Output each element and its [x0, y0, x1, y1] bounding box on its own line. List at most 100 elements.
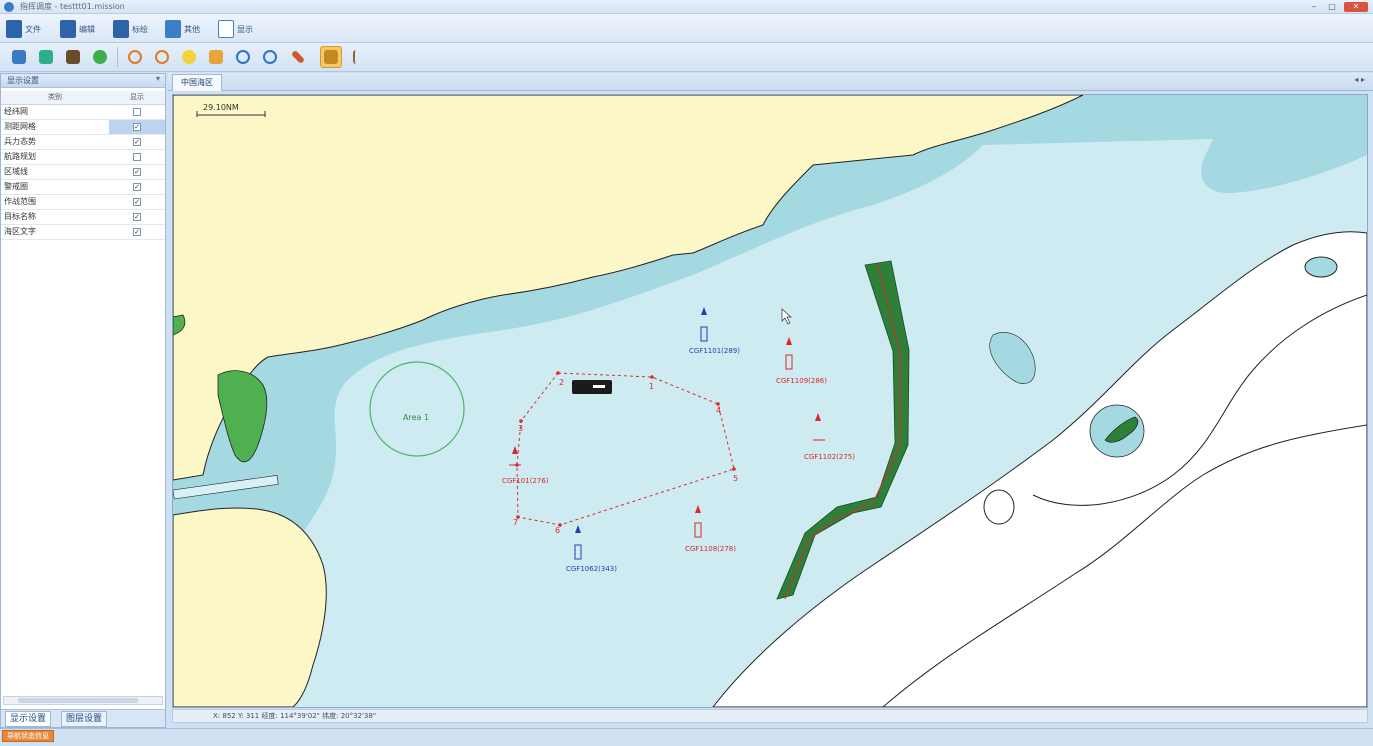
route-point-label: 3 [518, 424, 523, 433]
tab-scroll-controls[interactable]: ◂ ▸ [1354, 75, 1365, 84]
chart-canvas[interactable]: 29.10NM Area 1 1 2 3 4 5 6 7 CGF1101(289… [173, 95, 1367, 707]
panel-tabs: 显示设置 图层设置 [1, 709, 165, 727]
app-logo-icon [4, 2, 14, 12]
zoom-in-icon [128, 50, 142, 64]
route-point-label: 5 [733, 474, 738, 483]
display-icon [218, 20, 234, 38]
display-settings-panel: 显示设置 ▾ 类别 显示 经纬网 测距网格 ✓ 兵力态势 ✓ 航路规划 区域线 ✓ 警… [0, 73, 166, 728]
route-point-label: 2 [559, 378, 564, 387]
peninsula-coast [173, 507, 327, 707]
layer-visible-checkbox[interactable]: ✓ [133, 138, 141, 146]
layer-visible-checkbox[interactable]: ✓ [133, 228, 141, 236]
menu-other[interactable]: 其他 [165, 19, 200, 39]
layer-row[interactable]: 兵力态势 ✓ [1, 135, 165, 150]
pan-hand-icon [209, 50, 223, 64]
layer-row[interactable]: 航路规划 [1, 150, 165, 165]
target-label: CGF1102(275) [804, 453, 855, 461]
route-point-label: 4 [716, 406, 721, 415]
tab-layer-settings[interactable]: 图层设置 [61, 711, 108, 727]
window-title: 指挥调度 - testtt01.mission [20, 2, 125, 11]
vessel-marker[interactable] [572, 380, 612, 394]
light-bulb-icon [182, 50, 196, 64]
menu-file[interactable]: 文件 [6, 19, 41, 39]
layer-row[interactable]: 目标名称 ✓ [1, 210, 165, 225]
save-button[interactable] [62, 46, 84, 68]
target-label: CGF1101(289) [689, 347, 740, 355]
pan-button[interactable] [205, 46, 227, 68]
menu-display[interactable]: 显示 [218, 19, 253, 39]
layer-row[interactable]: 测距网格 ✓ [1, 120, 165, 135]
title-bar: 指挥调度 - testtt01.mission ‒ □ ✕ [0, 0, 1373, 14]
layer-row[interactable]: 海区文字 ✓ [1, 225, 165, 240]
layer-visible-checkbox[interactable]: ✓ [133, 123, 141, 131]
open-file-button[interactable] [35, 46, 57, 68]
column-header-category[interactable]: 类别 [1, 91, 109, 104]
new-file-icon [12, 50, 26, 64]
refresh-icon [236, 50, 250, 64]
layer-row[interactable]: 经纬网 [1, 105, 165, 120]
coordinate-readout: X: 852 Y: 311 经度: 114°39'02" 纬度: 20°32'3… [213, 712, 377, 720]
layer-row[interactable]: 区域线 ✓ [1, 165, 165, 180]
toolbar [0, 43, 1373, 72]
route-point-label: 7 [513, 518, 518, 527]
document-tab-strip: 中国海区 ◂ ▸ [168, 73, 1373, 91]
scale-label: 29.10NM [203, 103, 239, 112]
menu-edit[interactable]: 编辑 [60, 19, 95, 39]
horizontal-scrollbar[interactable] [3, 696, 163, 705]
menu-other-label: 其他 [184, 24, 200, 34]
close-button[interactable]: ✕ [1344, 2, 1368, 12]
globe-button[interactable] [89, 46, 111, 68]
column-header-visible[interactable]: 显示 [109, 91, 165, 104]
panel-pin-button[interactable]: ▾ [156, 74, 160, 83]
flag-icon [353, 50, 367, 64]
measure-button[interactable] [287, 46, 309, 68]
layer-row[interactable]: 作战范围 ✓ [1, 195, 165, 210]
select-tool-button[interactable] [320, 46, 342, 68]
layer-row-label: 区域线 [4, 167, 28, 176]
full-extent-icon [263, 50, 277, 64]
menu-plot-label: 标绘 [132, 24, 148, 34]
tab-china-sea-area[interactable]: 中国海区 [172, 74, 222, 91]
depth-contour-ring [983, 489, 1015, 525]
file-icon [6, 20, 22, 38]
zoom-out-icon [155, 50, 169, 64]
new-file-button[interactable] [8, 46, 30, 68]
layer-row-label: 测距网格 [4, 122, 36, 131]
nav-status-button[interactable]: 导航状态信息 [2, 730, 54, 742]
area-label: Area 1 [403, 413, 429, 422]
maximize-button[interactable]: □ [1324, 2, 1340, 12]
full-extent-button[interactable] [259, 46, 281, 68]
tab-display-settings[interactable]: 显示设置 [5, 711, 52, 727]
menu-plot[interactable]: 标绘 [113, 19, 148, 39]
refresh-button[interactable] [232, 46, 254, 68]
layer-visible-checkbox[interactable]: ✓ [133, 183, 141, 191]
app-window: 指挥调度 - testtt01.mission ‒ □ ✕ 文件 编辑 标绘 其… [0, 0, 1373, 746]
route-point-label: 6 [555, 526, 560, 535]
pen-icon [113, 20, 129, 38]
scrollbar-thumb[interactable] [18, 698, 138, 703]
layer-visible-checkbox[interactable] [133, 153, 141, 161]
menu-display-label: 显示 [237, 24, 253, 34]
layer-visible-checkbox[interactable] [133, 108, 141, 116]
clipboard-icon [60, 20, 76, 38]
map-view[interactable]: 29.10NM Area 1 1 2 3 4 5 6 7 CGF1101(289… [172, 94, 1368, 708]
flag-button[interactable] [349, 46, 371, 68]
layer-row[interactable]: 警戒圈 ✓ [1, 180, 165, 195]
light-button[interactable] [178, 46, 200, 68]
menu-bar: 文件 编辑 标绘 其他 显示 [0, 14, 1373, 43]
layer-visible-checkbox[interactable]: ✓ [133, 168, 141, 176]
save-icon [66, 50, 80, 64]
layer-visible-checkbox[interactable]: ✓ [133, 213, 141, 221]
minimize-button[interactable]: ‒ [1306, 2, 1322, 12]
layer-visible-checkbox[interactable]: ✓ [133, 198, 141, 206]
grid-header: 类别 显示 [1, 91, 165, 105]
select-tool-icon [324, 50, 338, 64]
zoom-in-button[interactable] [124, 46, 146, 68]
bottom-bar: 导航状态信息 [0, 728, 1373, 746]
target-label: CGF101(276) [502, 477, 549, 485]
layer-row-label: 目标名称 [4, 212, 36, 221]
zoom-out-button[interactable] [151, 46, 173, 68]
layer-row-label: 作战范围 [4, 197, 36, 206]
envelope-icon [165, 20, 181, 38]
layer-row-label: 海区文字 [4, 227, 36, 236]
